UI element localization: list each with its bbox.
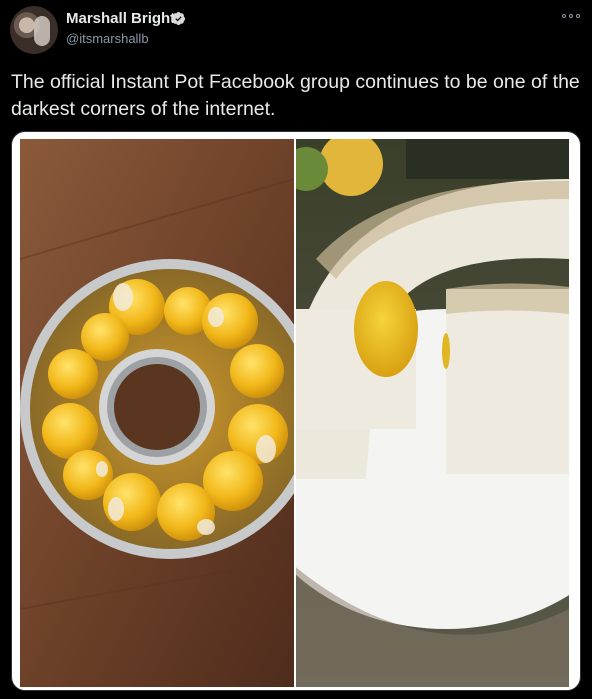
egg-ring-on-plate-photo[interactable] <box>296 139 569 687</box>
tweet-header: Marshall Bright @itsmarshallb <box>0 0 592 60</box>
tweet-media[interactable] <box>11 131 581 691</box>
eggs-in-ring-pan-photo[interactable] <box>20 139 294 687</box>
author-name[interactable]: Marshall Bright <box>66 10 175 27</box>
author-handle[interactable]: @itsmarshallb <box>66 31 149 46</box>
more-options-icon[interactable] <box>562 12 580 20</box>
verified-badge-icon <box>171 11 186 26</box>
user-avatar[interactable] <box>10 6 58 54</box>
tweet-text: The official Instant Pot Facebook group … <box>11 71 580 120</box>
